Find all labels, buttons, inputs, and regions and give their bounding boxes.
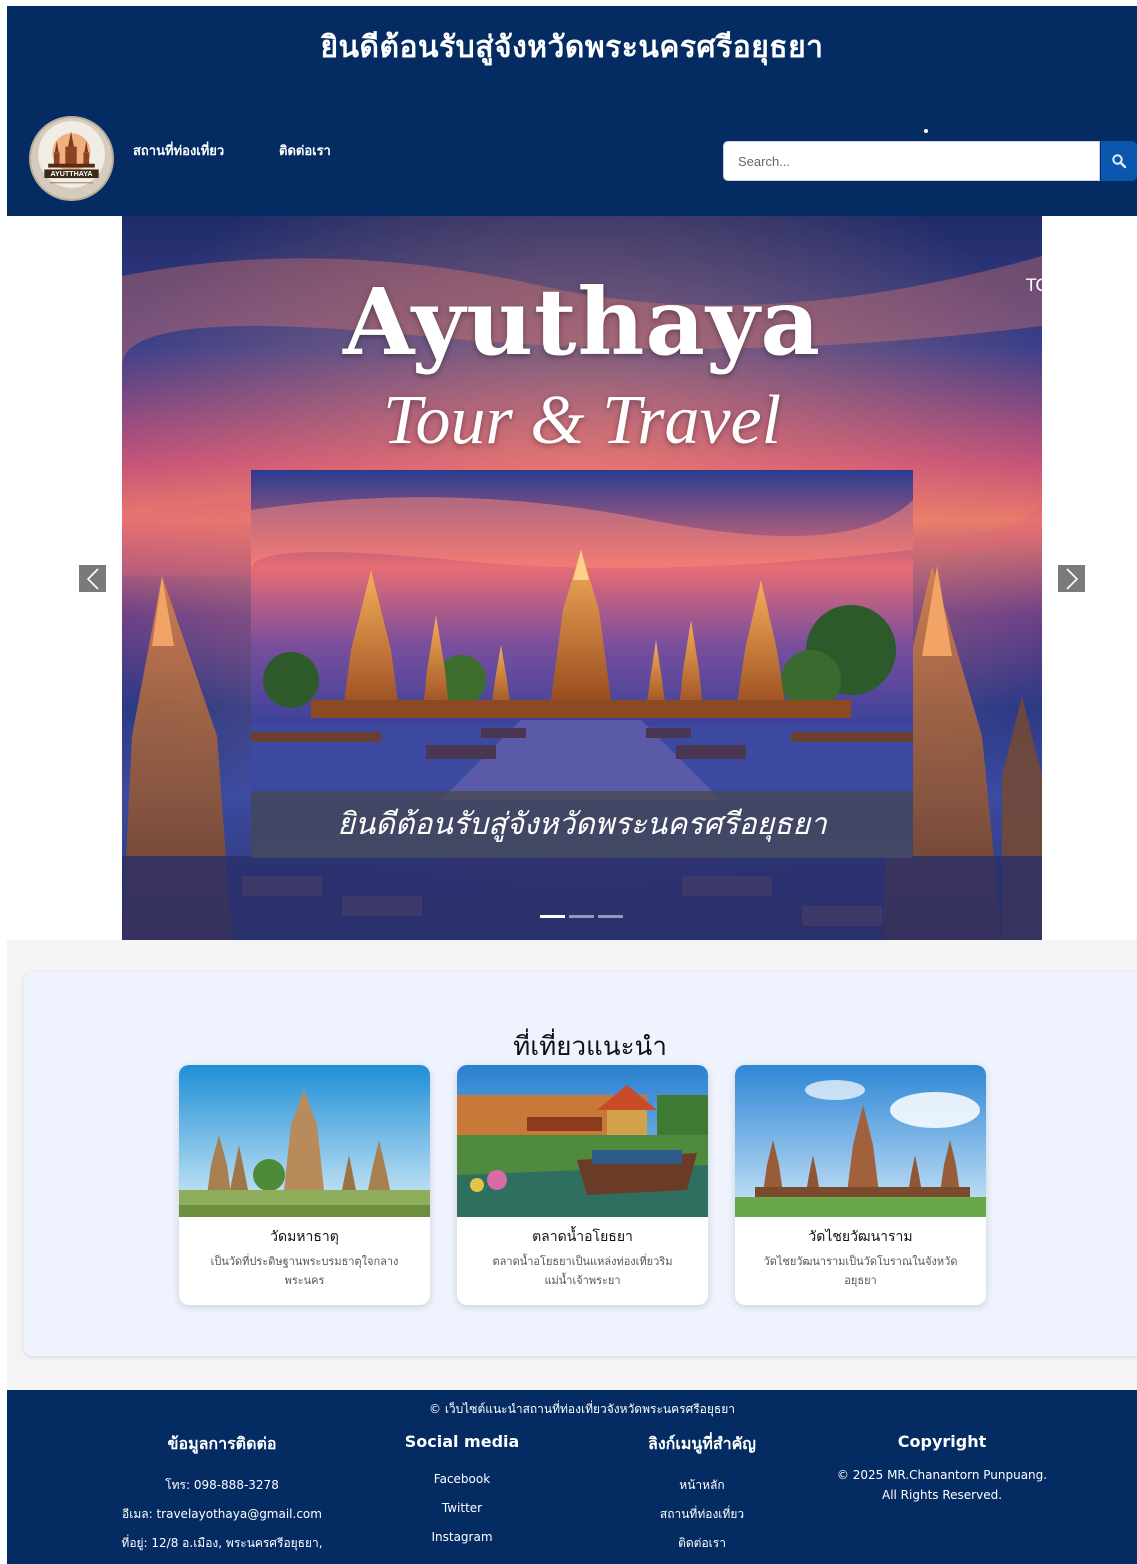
search-button[interactable] [1101, 141, 1137, 181]
hero-carousel[interactable]: Ayuthaya Tour & Travel ยินดีต้อนรับสู่จั… [122, 216, 1042, 940]
chevron-left-icon [86, 567, 99, 590]
hero-photo: ยินดีต้อนรับสู่จังหวัดพระนครศรีอยุธยา [251, 470, 913, 858]
footer-contact-heading: ข้อมูลการติดต่อ [167, 1434, 277, 1453]
nav-attractions[interactable]: สถานที่ท่องเที่ยว [133, 140, 224, 161]
footer-copyright-heading: Copyright [897, 1432, 987, 1451]
footer-copyright-line-1: © 2025 MR.Chanantorn Punpuang. [836, 1468, 1048, 1482]
footer-social-heading: Social media [404, 1432, 520, 1451]
carousel-prev-button[interactable] [79, 565, 106, 592]
footer-email: อีเมล: travelayothaya@gmail.com [122, 1507, 322, 1521]
place-card-wat-mahathat[interactable]: วัดมหาธาตุ เป็นวัดที่ประดิษฐานพระบรมธาตุ… [179, 1065, 430, 1305]
card-description: เป็นวัดที่ประดิษฐานพระบรมธาตุใจกลางพระนค… [210, 1255, 399, 1287]
wat-chaiwatthanaram-image [735, 1065, 986, 1217]
header-title: ยินดีต้อนรับสู่จังหวัดพระนครศรีอยุธยา [320, 30, 824, 65]
ayothaya-floating-market-image [457, 1065, 708, 1217]
footer-contact-column: ข้อมูลการติดต่อ โทร: 098-888-3278 อีเมล:… [107, 1432, 337, 1558]
place-card-ayothaya-market[interactable]: ตลาดน้ำอโยธยา ตลาดน้ำอโยธยาเป็นแหล่งท่อง… [457, 1065, 708, 1305]
site-footer: © เว็บไซต์แนะนำสถานที่ท่องเที่ยวจังหวัดพ… [7, 1390, 1137, 1564]
chevron-right-icon [1065, 567, 1078, 590]
hero-title: Ayuthaya [342, 268, 822, 376]
decorative-dot [924, 129, 928, 133]
footer-copyright-column: Copyright © 2025 MR.Chanantorn Punpuang.… [827, 1432, 1057, 1505]
place-card-wat-chaiwatthanaram[interactable]: วัดไชยวัฒนาราม วัดไชยวัฒนารามเป็นวัดโบรา… [735, 1065, 986, 1305]
carousel-indicator-1[interactable] [540, 915, 565, 918]
footer-twitter-link[interactable]: Twitter [362, 1494, 562, 1523]
site-logo[interactable]: AYUTTHAYA [29, 116, 114, 201]
card-description: ตลาดน้ำอโยธยาเป็นแหล่งท่องเที่ยวริมแม่น้… [492, 1255, 673, 1287]
hero-caption-bar: ยินดีต้อนรับสู่จังหวัดพระนครศรีอยุธยา [251, 791, 913, 858]
card-title: วัดมหาธาตุ [270, 1229, 339, 1245]
footer-facebook-link[interactable]: Facebook [362, 1465, 562, 1494]
footer-phone: โทร: 098-888-3278 [165, 1478, 279, 1492]
nav-contact[interactable]: ติดต่อเรา [279, 140, 331, 161]
footer-social-column: Social media Facebook Twitter Instagram [362, 1432, 562, 1552]
card-description: วัดไชยวัฒนารามเป็นวัดโบราณในจังหวัดอยุธย… [763, 1255, 958, 1287]
site-header: ยินดีต้อนรับสู่จังหวัดพระนครศรีอยุธยา AY… [7, 6, 1137, 216]
logo-text: AYUTTHAYA [51, 170, 93, 178]
card-title: วัดไชยวัฒนาราม [808, 1229, 913, 1245]
footer-instagram-link[interactable]: Instagram [362, 1523, 562, 1552]
footer-contact-link[interactable]: ติดต่อเรา [602, 1529, 802, 1558]
overflow-text: TC [1026, 276, 1048, 296]
card-title: ตลาดน้ำอโยธยา [532, 1229, 633, 1245]
footer-links-column: ลิงก์เมนูที่สำคัญ หน้าหลัก สถานที่ท่องเท… [602, 1432, 802, 1558]
footer-attractions-link[interactable]: สถานที่ท่องเที่ยว [602, 1500, 802, 1529]
carousel-indicator-3[interactable] [598, 915, 623, 918]
wat-mahathat-image [179, 1065, 430, 1217]
carousel-indicator-2[interactable] [569, 915, 594, 918]
search-input[interactable] [723, 141, 1100, 181]
carousel-next-button[interactable] [1058, 565, 1085, 592]
footer-address: ที่อยู่: 12/8 อ.เมือง, พระนครศรีอยุธยา, [121, 1536, 323, 1550]
carousel-indicators [540, 915, 623, 918]
footer-links-heading: ลิงก์เมนูที่สำคัญ [648, 1434, 756, 1453]
footer-copyright-line-2: All Rights Reserved. [881, 1488, 1003, 1502]
recommended-title: ที่เที่ยวแนะนำ [513, 1032, 667, 1062]
hero-subtitle: Tour & Travel [382, 382, 782, 459]
hero-caption: ยินดีต้อนรับสู่จังหวัดพระนครศรีอยุธยา [337, 807, 827, 842]
search-icon [1112, 154, 1127, 169]
footer-site-note: © เว็บไซต์แนะนำสถานที่ท่องเที่ยวจังหวัดพ… [429, 1402, 735, 1416]
footer-home-link[interactable]: หน้าหลัก [602, 1471, 802, 1500]
